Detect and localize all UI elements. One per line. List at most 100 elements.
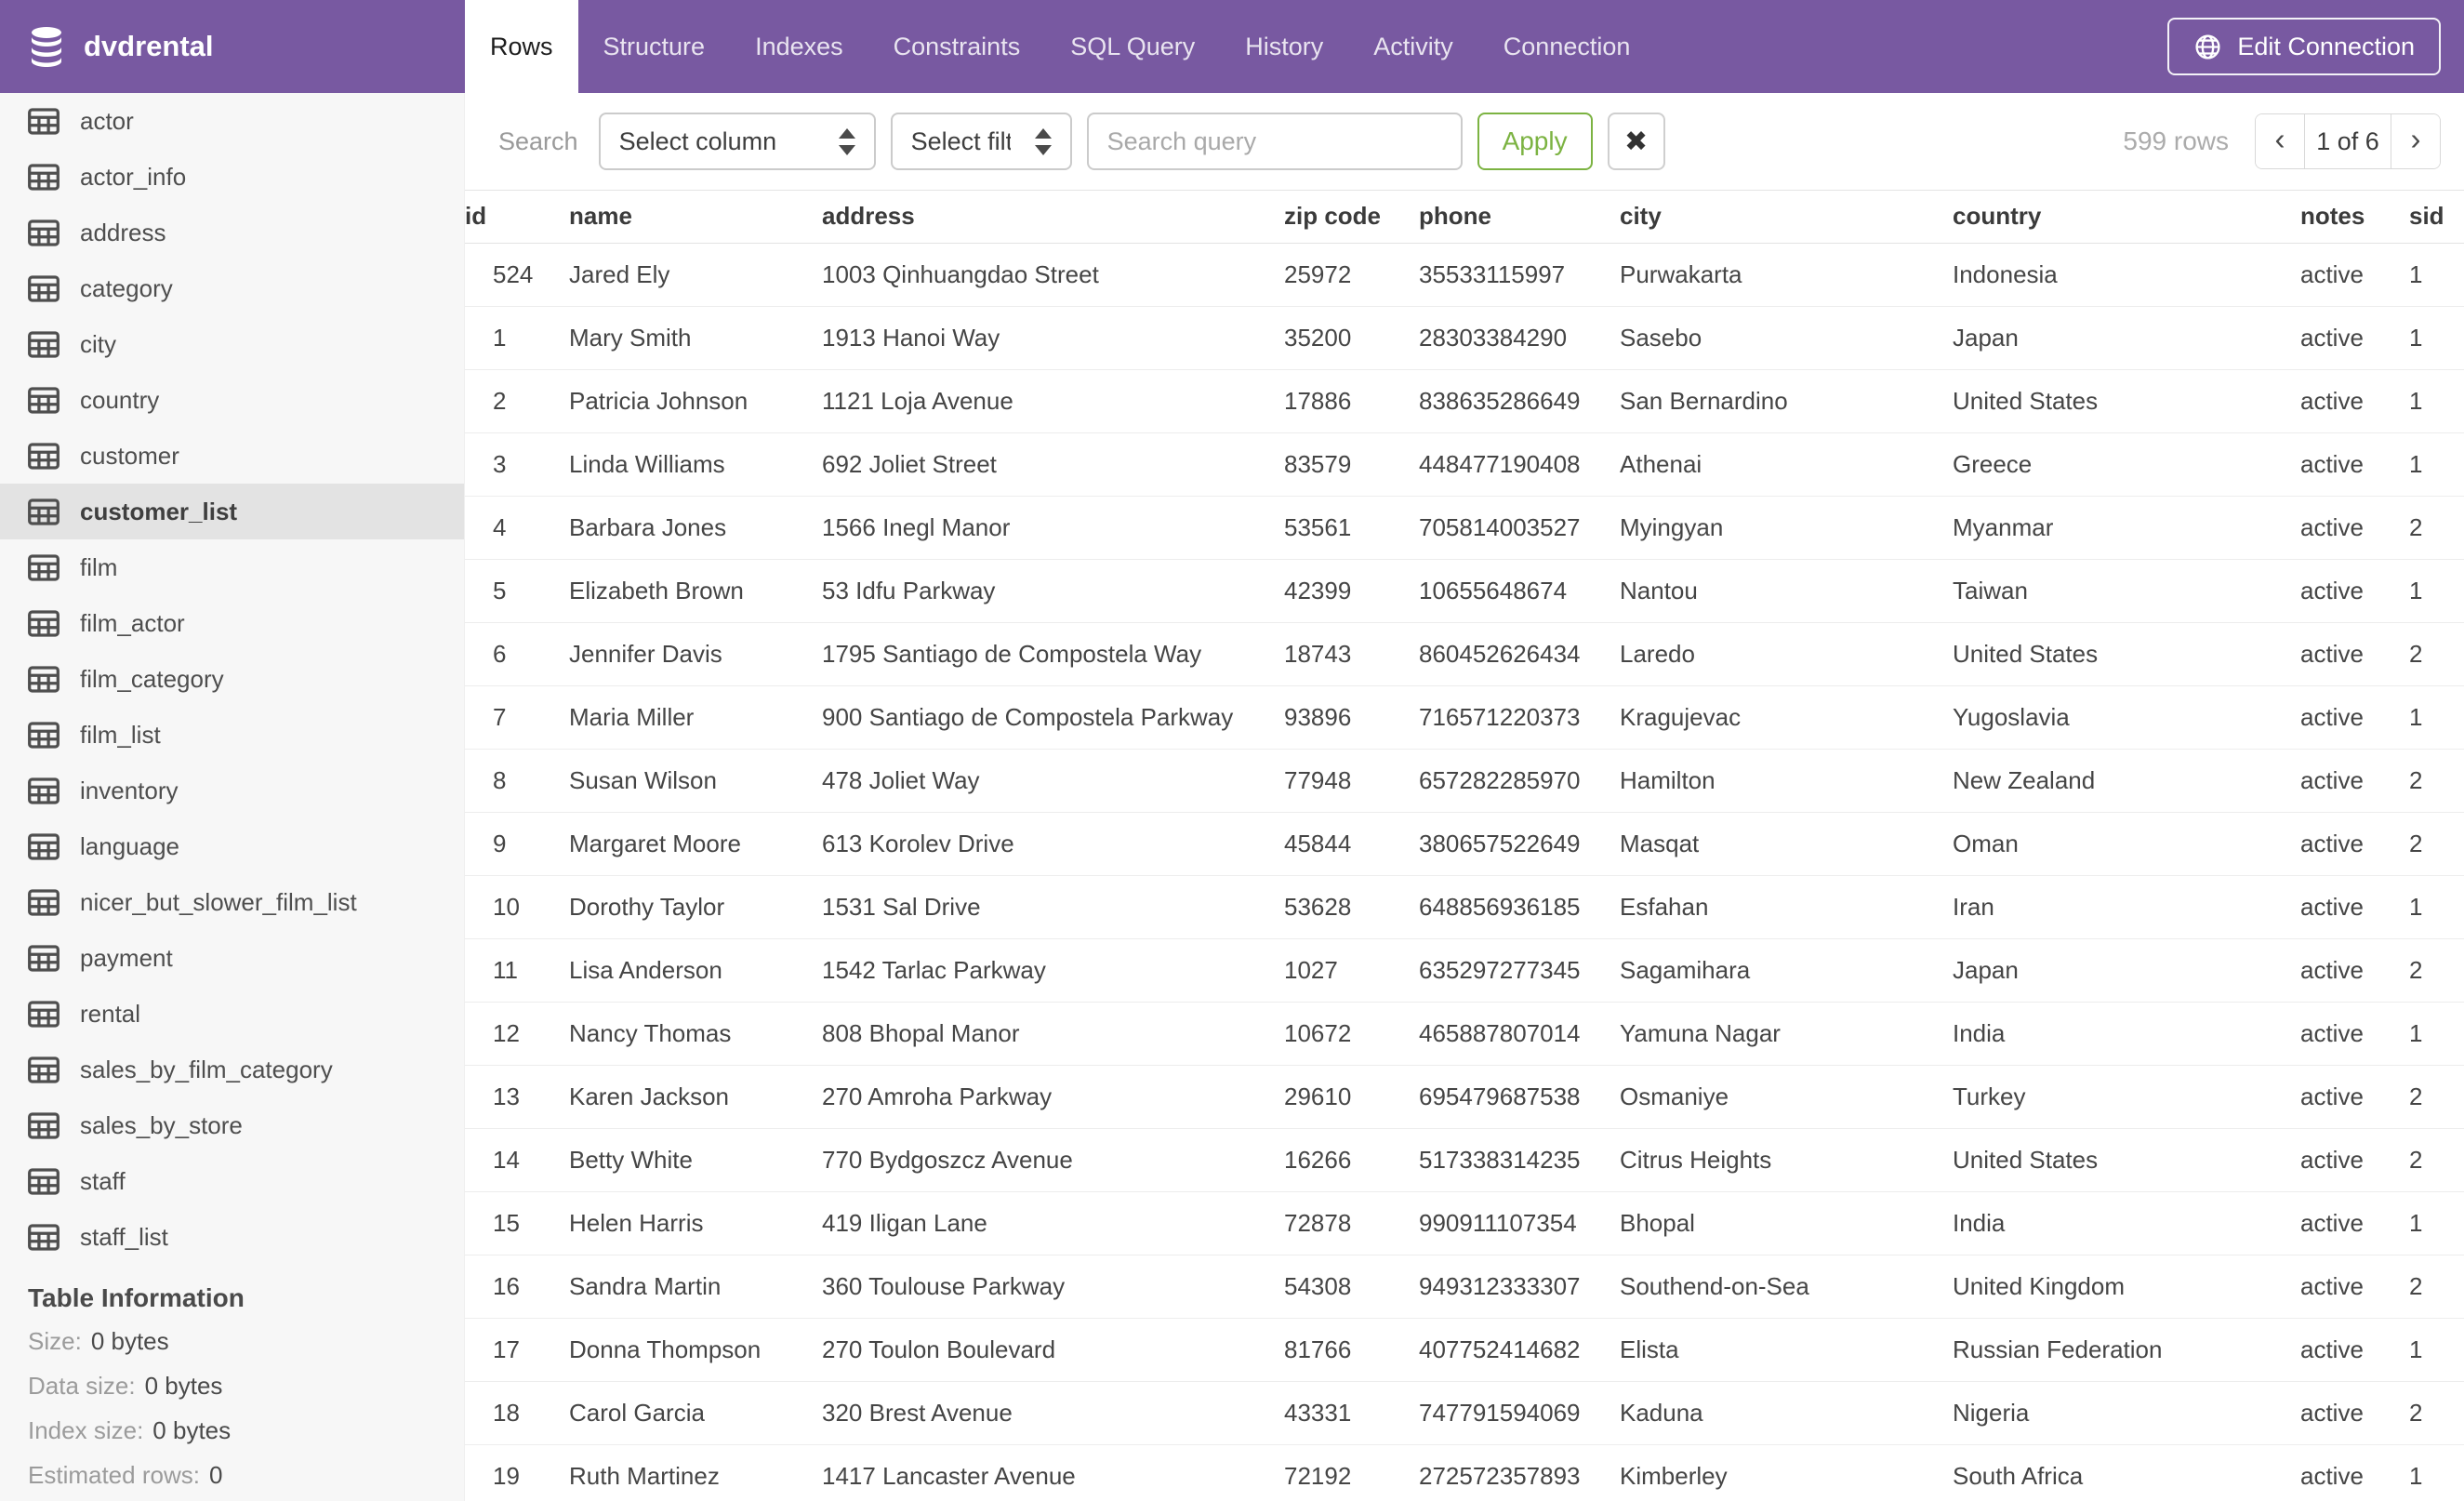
sidebar-item-country[interactable]: country [0,372,464,428]
row-ruth-martinez[interactable]: 19 Ruth Martinez 1417 Lancaster Avenue 7… [465,1444,2464,1501]
prev-page-button[interactable]: ‹ [2256,114,2304,168]
row-betty-white[interactable]: 14 Betty White 770 Bydgoszcz Avenue 1626… [465,1128,2464,1192]
cell-country: Greece [1953,432,2300,497]
cell-name: Elizabeth Brown [569,559,822,623]
tab-sql-query[interactable]: SQL Query [1045,0,1220,93]
cell-sid: 1 [2409,1444,2464,1501]
cell-zip-code: 29610 [1284,1065,1419,1129]
row-helen-harris[interactable]: 15 Helen Harris 419 Iligan Lane 72878 99… [465,1191,2464,1255]
search-query-input[interactable] [1086,113,1463,170]
cell-country: Japan [1953,306,2300,370]
row-carol-garcia[interactable]: 18 Carol Garcia 320 Brest Avenue 43331 7… [465,1381,2464,1445]
sidebar-item-category[interactable]: category [0,260,464,316]
tab-constraints[interactable]: Constraints [868,0,1046,93]
cell-zip-code: 53628 [1284,875,1419,939]
cell-city: Hamilton [1620,749,1953,813]
row-karen-jackson[interactable]: 13 Karen Jackson 270 Amroha Parkway 2961… [465,1065,2464,1129]
cell-notes: active [2300,496,2409,560]
row-patricia-johnson[interactable]: 2 Patricia Johnson 1121 Loja Avenue 1788… [465,369,2464,433]
row-lisa-anderson[interactable]: 11 Lisa Anderson 1542 Tarlac Parkway 102… [465,938,2464,1003]
sidebar-item-nicer-but-slower-film-list[interactable]: nicer_but_slower_film_list [0,874,464,930]
filter-select[interactable]: Select filter [890,113,1072,170]
cell-sid: 1 [2409,1318,2464,1382]
column-header-phone[interactable]: phone [1419,191,1620,244]
sidebar-item-staff[interactable]: staff [0,1153,464,1209]
next-page-button[interactable]: › [2391,114,2440,168]
row-sandra-martin[interactable]: 16 Sandra Martin 360 Toulouse Parkway 54… [465,1255,2464,1319]
sidebar-item-customer-list[interactable]: customer_list [0,484,464,539]
tab-connection[interactable]: Connection [1478,0,1656,93]
row-jared-ely[interactable]: 524 Jared Ely 1003 Qinhuangdao Street 25… [465,243,2464,307]
sidebar-item-payment[interactable]: payment [0,930,464,986]
cell-id: 1 [465,306,569,370]
column-header-id[interactable]: id [465,191,569,244]
cell-country: India [1953,1191,2300,1255]
clear-search-button[interactable]: ✖ [1607,113,1665,170]
sidebar-item-film-category[interactable]: film_category [0,651,464,707]
cell-city: Nantou [1620,559,1953,623]
sidebar-item-rental[interactable]: rental [0,986,464,1042]
cell-zip-code: 77948 [1284,749,1419,813]
cell-id: 524 [465,243,569,307]
cell-city: Laredo [1620,622,1953,686]
sidebar-item-film-list[interactable]: film_list [0,707,464,763]
cell-zip-code: 54308 [1284,1255,1419,1319]
cell-city: Sasebo [1620,306,1953,370]
cell-city: Masqat [1620,812,1953,876]
column-header-zip-code[interactable]: zip code [1284,191,1419,244]
cell-country: Yugoslavia [1953,685,2300,750]
column-select[interactable]: Select column [598,113,876,170]
column-header-address[interactable]: address [822,191,1284,244]
tab-indexes[interactable]: Indexes [730,0,868,93]
row-donna-thompson[interactable]: 17 Donna Thompson 270 Toulon Boulevard 8… [465,1318,2464,1382]
cell-city: Bhopal [1620,1191,1953,1255]
row-maria-miller[interactable]: 7 Maria Miller 900 Santiago de Compostel… [465,685,2464,750]
cell-sid: 1 [2409,1002,2464,1066]
column-header-country[interactable]: country [1953,191,2300,244]
cell-name: Jared Ely [569,243,822,307]
cell-notes: active [2300,1191,2409,1255]
row-barbara-jones[interactable]: 4 Barbara Jones 1566 Inegl Manor 53561 7… [465,496,2464,560]
cell-name: Ruth Martinez [569,1444,822,1501]
sidebar-item-film-actor[interactable]: film_actor [0,595,464,651]
row-mary-smith[interactable]: 1 Mary Smith 1913 Hanoi Way 35200 283033… [465,306,2464,370]
tab-activity[interactable]: Activity [1348,0,1478,93]
row-jennifer-davis[interactable]: 6 Jennifer Davis 1795 Santiago de Compos… [465,622,2464,686]
sidebar-item-actor-info[interactable]: actor_info [0,149,464,205]
apply-button[interactable]: Apply [1477,113,1593,170]
sidebar-item-sales-by-film-category[interactable]: sales_by_film_category [0,1042,464,1097]
cell-address: 1566 Inegl Manor [822,496,1284,560]
row-nancy-thomas[interactable]: 12 Nancy Thomas 808 Bhopal Manor 10672 4… [465,1002,2464,1066]
row-dorothy-taylor[interactable]: 10 Dorothy Taylor 1531 Sal Drive 53628 6… [465,875,2464,939]
cell-address: 270 Amroha Parkway [822,1065,1284,1129]
sidebar-item-customer[interactable]: customer [0,428,464,484]
cell-address: 1531 Sal Drive [822,875,1284,939]
sidebar-item-sales-by-store[interactable]: sales_by_store [0,1097,464,1153]
sidebar-item-film[interactable]: film [0,539,464,595]
row-linda-williams[interactable]: 3 Linda Williams 692 Joliet Street 83579… [465,432,2464,497]
column-header-city[interactable]: city [1620,191,1953,244]
column-header-notes[interactable]: notes [2300,191,2409,244]
tab-structure[interactable]: Structure [578,0,731,93]
cell-zip-code: 53561 [1284,496,1419,560]
column-header-sid[interactable]: sid [2409,191,2464,244]
sidebar-item-actor[interactable]: actor [0,93,464,149]
sidebar-item-city[interactable]: city [0,316,464,372]
cell-name: Betty White [569,1128,822,1192]
cell-notes: active [2300,1318,2409,1382]
table-icon [28,609,60,637]
tab-rows[interactable]: Rows [465,0,578,93]
tab-history[interactable]: History [1220,0,1348,93]
tab-bar: Rows Structure Indexes Constraints SQL Q… [465,0,1655,93]
sidebar-item-staff-list[interactable]: staff_list [0,1209,464,1265]
edit-connection-button[interactable]: Edit Connection [2167,18,2441,75]
row-susan-wilson[interactable]: 8 Susan Wilson 478 Joliet Way 77948 6572… [465,749,2464,813]
sidebar-item-language[interactable]: language [0,818,464,874]
table-icon [28,442,60,470]
row-elizabeth-brown[interactable]: 5 Elizabeth Brown 53 Idfu Parkway 42399 … [465,559,2464,623]
sidebar-item-address[interactable]: address [0,205,464,260]
row-margaret-moore[interactable]: 9 Margaret Moore 613 Korolev Drive 45844… [465,812,2464,876]
sidebar-item-inventory[interactable]: inventory [0,763,464,818]
main-content: Search Select column Select filter Apply… [465,93,2464,1501]
column-header-name[interactable]: name [569,191,822,244]
